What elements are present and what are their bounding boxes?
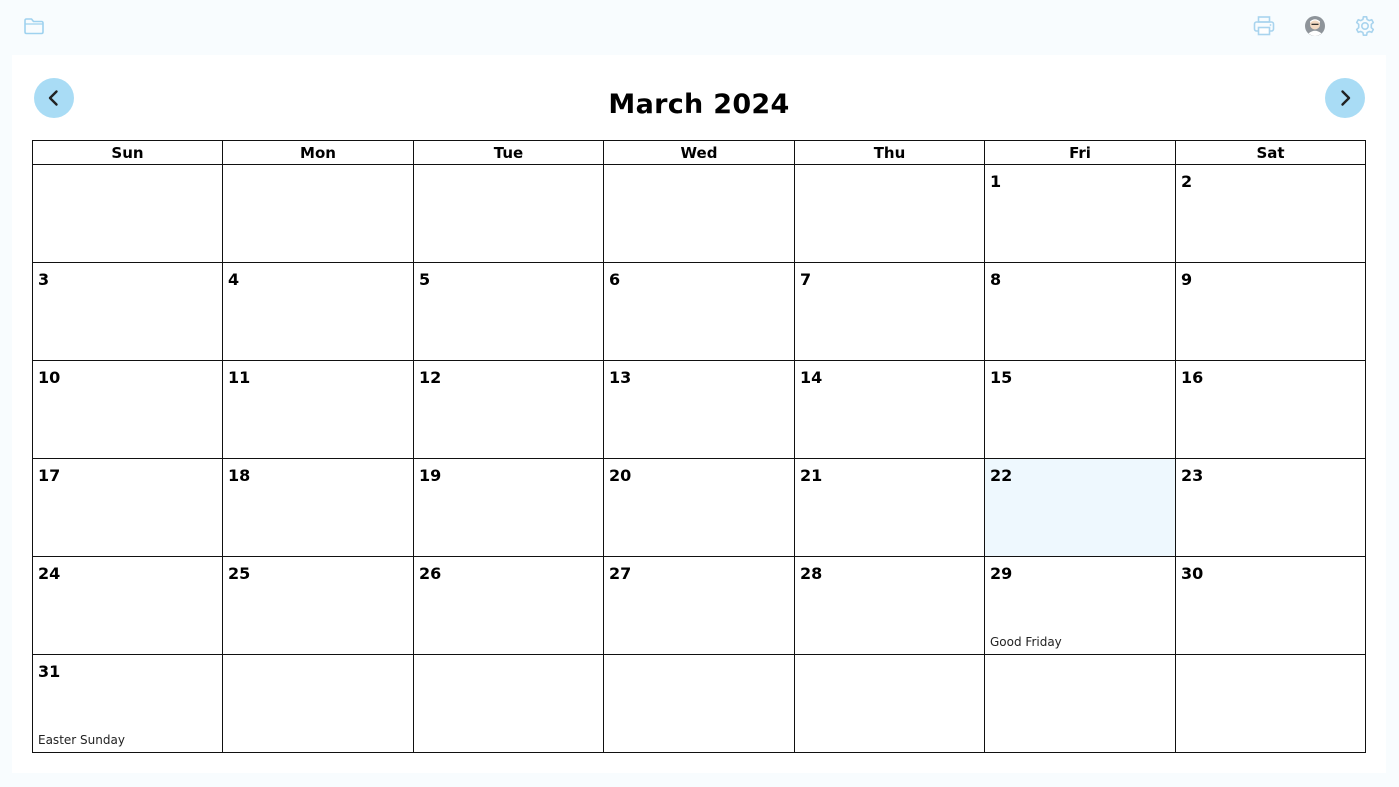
day-number: 24	[38, 564, 61, 583]
day-number: 20	[609, 466, 632, 485]
day-cell-8[interactable]: 8	[984, 262, 1176, 361]
weekday-header: Tue	[413, 140, 604, 165]
day-cell-29[interactable]: 29 Good Friday	[984, 556, 1176, 655]
day-number: 1	[990, 172, 1002, 191]
day-number: 12	[419, 368, 442, 387]
day-cell-22-highlighted[interactable]: 22	[984, 458, 1176, 557]
day-cell-15[interactable]: 15	[984, 360, 1176, 459]
day-cell-3[interactable]: 3	[32, 262, 223, 361]
day-cell-empty	[413, 654, 604, 753]
week-row: 10 11 12 13 14 15 16	[32, 360, 1366, 459]
weekday-header: Mon	[222, 140, 414, 165]
weekday-header: Sat	[1175, 140, 1366, 165]
week-row: 31 Easter Sunday	[32, 654, 1366, 753]
day-cell-28[interactable]: 28	[794, 556, 985, 655]
day-cell-empty	[794, 164, 985, 263]
day-cell-19[interactable]: 19	[413, 458, 604, 557]
holiday-label: Good Friday	[990, 635, 1062, 649]
week-row: 1 2	[32, 164, 1366, 263]
weekday-header: Thu	[794, 140, 985, 165]
day-number: 16	[1181, 368, 1204, 387]
chevron-right-icon	[1341, 90, 1351, 106]
day-number: 19	[419, 466, 442, 485]
day-cell-empty	[32, 164, 223, 263]
day-number: 21	[800, 466, 823, 485]
day-number: 31	[38, 662, 61, 681]
weekday-header: Sun	[32, 140, 223, 165]
week-row: 3 4 5 6 7 8 9	[32, 262, 1366, 361]
day-cell-12[interactable]: 12	[413, 360, 604, 459]
day-cell-26[interactable]: 26	[413, 556, 604, 655]
day-number: 13	[609, 368, 632, 387]
day-number: 29	[990, 564, 1013, 583]
day-cell-13[interactable]: 13	[603, 360, 795, 459]
day-cell-1[interactable]: 1	[984, 164, 1176, 263]
day-cell-2[interactable]: 2	[1175, 164, 1366, 263]
day-cell-7[interactable]: 7	[794, 262, 985, 361]
day-cell-23[interactable]: 23	[1175, 458, 1366, 557]
day-number: 7	[800, 270, 812, 289]
day-number: 30	[1181, 564, 1204, 583]
day-cell-25[interactable]: 25	[222, 556, 414, 655]
day-cell-empty	[1175, 654, 1366, 753]
day-cell-20[interactable]: 20	[603, 458, 795, 557]
day-cell-10[interactable]: 10	[32, 360, 223, 459]
week-row: 24 25 26 27 28 29 Good Friday 30	[32, 556, 1366, 655]
day-number: 27	[609, 564, 632, 583]
top-toolbar	[0, 0, 1399, 54]
day-number: 10	[38, 368, 61, 387]
day-cell-empty	[794, 654, 985, 753]
day-number: 2	[1181, 172, 1193, 191]
holiday-label: Easter Sunday	[38, 733, 125, 747]
folder-icon[interactable]	[21, 13, 47, 39]
weekday-header: Fri	[984, 140, 1176, 165]
day-cell-empty	[413, 164, 604, 263]
calendar-panel: March 2024 Sun Mon Tue Wed Thu Fri Sat 1…	[12, 55, 1386, 773]
day-number: 17	[38, 466, 61, 485]
day-number: 18	[228, 466, 251, 485]
printer-icon[interactable]	[1251, 13, 1277, 39]
day-cell-6[interactable]: 6	[603, 262, 795, 361]
day-number: 25	[228, 564, 251, 583]
day-cell-9[interactable]: 9	[1175, 262, 1366, 361]
day-cell-empty	[222, 164, 414, 263]
day-cell-30[interactable]: 30	[1175, 556, 1366, 655]
day-number: 6	[609, 270, 621, 289]
calendar-grid: Sun Mon Tue Wed Thu Fri Sat 1 2 3 4 5 6 …	[32, 140, 1366, 753]
day-cell-empty	[603, 654, 795, 753]
day-number: 22	[990, 466, 1013, 485]
day-number: 15	[990, 368, 1013, 387]
day-number: 5	[419, 270, 431, 289]
day-number: 26	[419, 564, 442, 583]
day-cell-4[interactable]: 4	[222, 262, 414, 361]
month-title: March 2024	[608, 89, 790, 120]
gear-icon[interactable]	[1352, 13, 1378, 39]
day-cell-14[interactable]: 14	[794, 360, 985, 459]
day-number: 4	[228, 270, 240, 289]
day-cell-18[interactable]: 18	[222, 458, 414, 557]
day-cell-21[interactable]: 21	[794, 458, 985, 557]
day-cell-empty	[603, 164, 795, 263]
day-cell-5[interactable]: 5	[413, 262, 604, 361]
next-month-button[interactable]	[1325, 78, 1365, 118]
day-number: 8	[990, 270, 1002, 289]
week-row: 17 18 19 20 21 22 23	[32, 458, 1366, 557]
day-number: 14	[800, 368, 823, 387]
day-cell-11[interactable]: 11	[222, 360, 414, 459]
day-cell-17[interactable]: 17	[32, 458, 223, 557]
day-cell-24[interactable]: 24	[32, 556, 223, 655]
day-cell-16[interactable]: 16	[1175, 360, 1366, 459]
day-number: 3	[38, 270, 50, 289]
day-cell-31[interactable]: 31 Easter Sunday	[32, 654, 223, 753]
day-number: 23	[1181, 466, 1204, 485]
day-number: 9	[1181, 270, 1193, 289]
avatar[interactable]	[1302, 13, 1328, 39]
weekday-header-row: Sun Mon Tue Wed Thu Fri Sat	[32, 140, 1366, 165]
day-number: 11	[228, 368, 251, 387]
day-cell-empty	[984, 654, 1176, 753]
day-cell-empty	[222, 654, 414, 753]
day-cell-27[interactable]: 27	[603, 556, 795, 655]
weekday-header: Wed	[603, 140, 795, 165]
day-number: 28	[800, 564, 823, 583]
